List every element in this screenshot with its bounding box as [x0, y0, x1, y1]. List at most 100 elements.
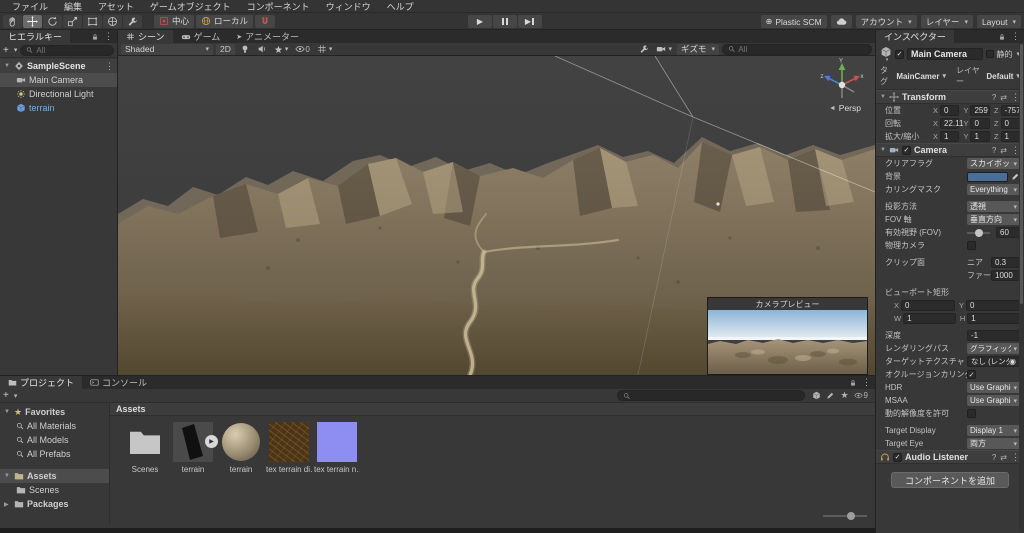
create-button[interactable]: +: [3, 45, 9, 56]
audio-toggle[interactable]: [255, 44, 269, 54]
foldout-icon[interactable]: ▼: [4, 63, 11, 69]
packages-row[interactable]: ▶ Packages: [0, 497, 109, 511]
prefab-expand-icon[interactable]: ▶: [205, 435, 218, 448]
clip-far-field[interactable]: 1000: [991, 270, 1020, 281]
help-icon[interactable]: ?: [992, 146, 996, 155]
favorites-all-prefabs[interactable]: All Prefabs: [0, 447, 109, 461]
slider-thumb[interactable]: [847, 512, 855, 520]
assets-breadcrumb[interactable]: Assets: [110, 403, 875, 416]
hierarchy-search[interactable]: [20, 44, 114, 56]
menu-gameobject[interactable]: ゲームオブジェクト: [142, 0, 239, 13]
favorite-icon[interactable]: ★: [840, 390, 848, 401]
scene-viewport[interactable]: Y x z ◄ Persp カメラプレビュー: [118, 56, 875, 375]
tab-animator[interactable]: ➤ アニメーター: [228, 30, 307, 43]
space-toggle-button[interactable]: ローカル: [196, 14, 254, 28]
static-checkbox[interactable]: [986, 50, 995, 58]
lock-icon[interactable]: [849, 379, 857, 387]
scale-z-field[interactable]: 1: [1000, 131, 1020, 142]
package-icon[interactable]: [812, 391, 821, 400]
move-tool-button[interactable]: [23, 14, 42, 28]
help-icon[interactable]: ?: [992, 453, 996, 462]
lighting-toggle[interactable]: [238, 44, 252, 54]
menu-assets[interactable]: アセット: [90, 0, 142, 13]
menu-file[interactable]: ファイル: [4, 0, 56, 13]
rect-tool-button[interactable]: [83, 14, 102, 28]
scene-search[interactable]: [722, 43, 872, 55]
custom-tool-button[interactable]: [123, 14, 142, 28]
tab-project[interactable]: プロジェクト: [0, 376, 83, 389]
transform-header[interactable]: ▼ Transform ? ⇄ ⋮: [876, 90, 1024, 104]
object-picker-icon[interactable]: ◉: [1009, 357, 1016, 366]
target-display-dropdown[interactable]: Display 1 ▾: [967, 425, 1020, 436]
position-x-field[interactable]: 0: [940, 105, 960, 116]
physical-camera-checkbox[interactable]: [967, 241, 976, 250]
hand-tool-button[interactable]: [3, 14, 22, 28]
hierarchy-item-terrain[interactable]: terrain: [0, 101, 117, 115]
snap-toggle-button[interactable]: [255, 14, 276, 28]
foldout-icon[interactable]: ▼: [4, 409, 11, 415]
account-dropdown[interactable]: アカウント ▾: [855, 15, 917, 28]
step-button[interactable]: ▶: [518, 15, 542, 28]
rotation-x-field[interactable]: 22.11: [940, 118, 963, 129]
menu-help[interactable]: ヘルプ: [379, 0, 422, 13]
asset-tile-tex-terrain-diffuse[interactable]: tex terrain di…: [266, 422, 312, 474]
camera-enabled-checkbox[interactable]: ✓: [901, 145, 911, 155]
hierarchy-item-main-camera[interactable]: Main Camera: [0, 73, 117, 87]
favorites-all-materials[interactable]: All Materials: [0, 419, 109, 433]
scene-orientation-gizmo[interactable]: Y x z: [819, 58, 865, 106]
fov-slider[interactable]: [967, 228, 990, 237]
favorites-all-models[interactable]: All Models: [0, 433, 109, 447]
favorites-row[interactable]: ▼ ★ Favorites: [0, 405, 109, 419]
panel-menu-icon[interactable]: ⋮: [862, 377, 871, 388]
component-tools-button[interactable]: [637, 44, 651, 54]
viewport-y-field[interactable]: 0: [966, 300, 1020, 311]
menu-window[interactable]: ウィンドウ: [318, 0, 379, 13]
inspector-scrollbar[interactable]: [1019, 43, 1024, 532]
lock-icon[interactable]: [91, 33, 99, 41]
tab-console[interactable]: コンソール: [82, 376, 156, 389]
transform-tool-button[interactable]: [103, 14, 122, 28]
tag-dropdown[interactable]: MainCamer ▾: [896, 72, 946, 81]
panel-menu-icon[interactable]: ⋮: [1011, 31, 1020, 42]
position-y-field[interactable]: 259: [970, 105, 990, 116]
tab-hierarchy[interactable]: ヒエラルキー: [0, 30, 71, 43]
lock-icon[interactable]: [998, 33, 1006, 41]
fov-value-field[interactable]: 60: [996, 227, 1020, 238]
hierarchy-scene-row[interactable]: ▼ SampleScene ⋮: [0, 59, 117, 73]
audio-listener-enabled-checkbox[interactable]: ✓: [893, 452, 902, 462]
rotate-tool-button[interactable]: [43, 14, 62, 28]
effects-dropdown[interactable]: ▾: [272, 45, 291, 54]
depth-field[interactable]: -1: [967, 330, 1020, 341]
assets-folder-row[interactable]: ▼ Assets: [0, 469, 109, 483]
asset-tile-scenes[interactable]: Scenes: [122, 422, 168, 474]
menu-edit[interactable]: 編集: [56, 0, 90, 13]
play-button[interactable]: ▶: [468, 15, 492, 28]
project-search-input[interactable]: [633, 391, 800, 400]
gameobject-name-field[interactable]: [907, 48, 984, 60]
viewport-h-field[interactable]: 1: [967, 313, 1021, 324]
audio-listener-header[interactable]: ✓ Audio Listener ? ⇄ ⋮: [876, 450, 1024, 464]
gizmos-dropdown[interactable]: ギズモ ▾: [676, 43, 719, 55]
rotation-y-field[interactable]: 0: [970, 118, 990, 129]
shading-mode-dropdown[interactable]: Shaded ▾: [121, 43, 213, 55]
project-search[interactable]: [617, 390, 806, 401]
scene-menu-icon[interactable]: ⋮: [105, 61, 117, 72]
scale-tool-button[interactable]: [63, 14, 82, 28]
foldout-icon[interactable]: ▶: [4, 501, 11, 508]
projection-mode-label[interactable]: ◄ Persp: [829, 103, 861, 113]
grid-visibility-dropdown[interactable]: ▾: [315, 44, 335, 54]
clip-near-field[interactable]: 0.3: [991, 257, 1020, 268]
hierarchy-search-input[interactable]: [36, 45, 108, 55]
rotation-z-field[interactable]: 0: [1000, 118, 1020, 129]
asset-tile-terrain-material[interactable]: terrain: [218, 422, 264, 474]
scene-camera-dropdown[interactable]: ▾: [654, 44, 674, 54]
foldout-icon[interactable]: ▼: [4, 473, 11, 479]
layer-dropdown[interactable]: Default▾: [986, 72, 1020, 81]
asset-tile-tex-terrain-normal[interactable]: tex terrain n…: [314, 422, 360, 474]
projection-dropdown[interactable]: 透視 ▾: [967, 201, 1020, 212]
presets-icon[interactable]: ⇄: [1000, 93, 1007, 102]
scale-y-field[interactable]: 1: [970, 131, 990, 142]
fov-slider-thumb[interactable]: [974, 228, 983, 237]
add-component-button[interactable]: コンポーネントを追加: [891, 472, 1009, 488]
presets-icon[interactable]: ⇄: [1000, 146, 1007, 155]
